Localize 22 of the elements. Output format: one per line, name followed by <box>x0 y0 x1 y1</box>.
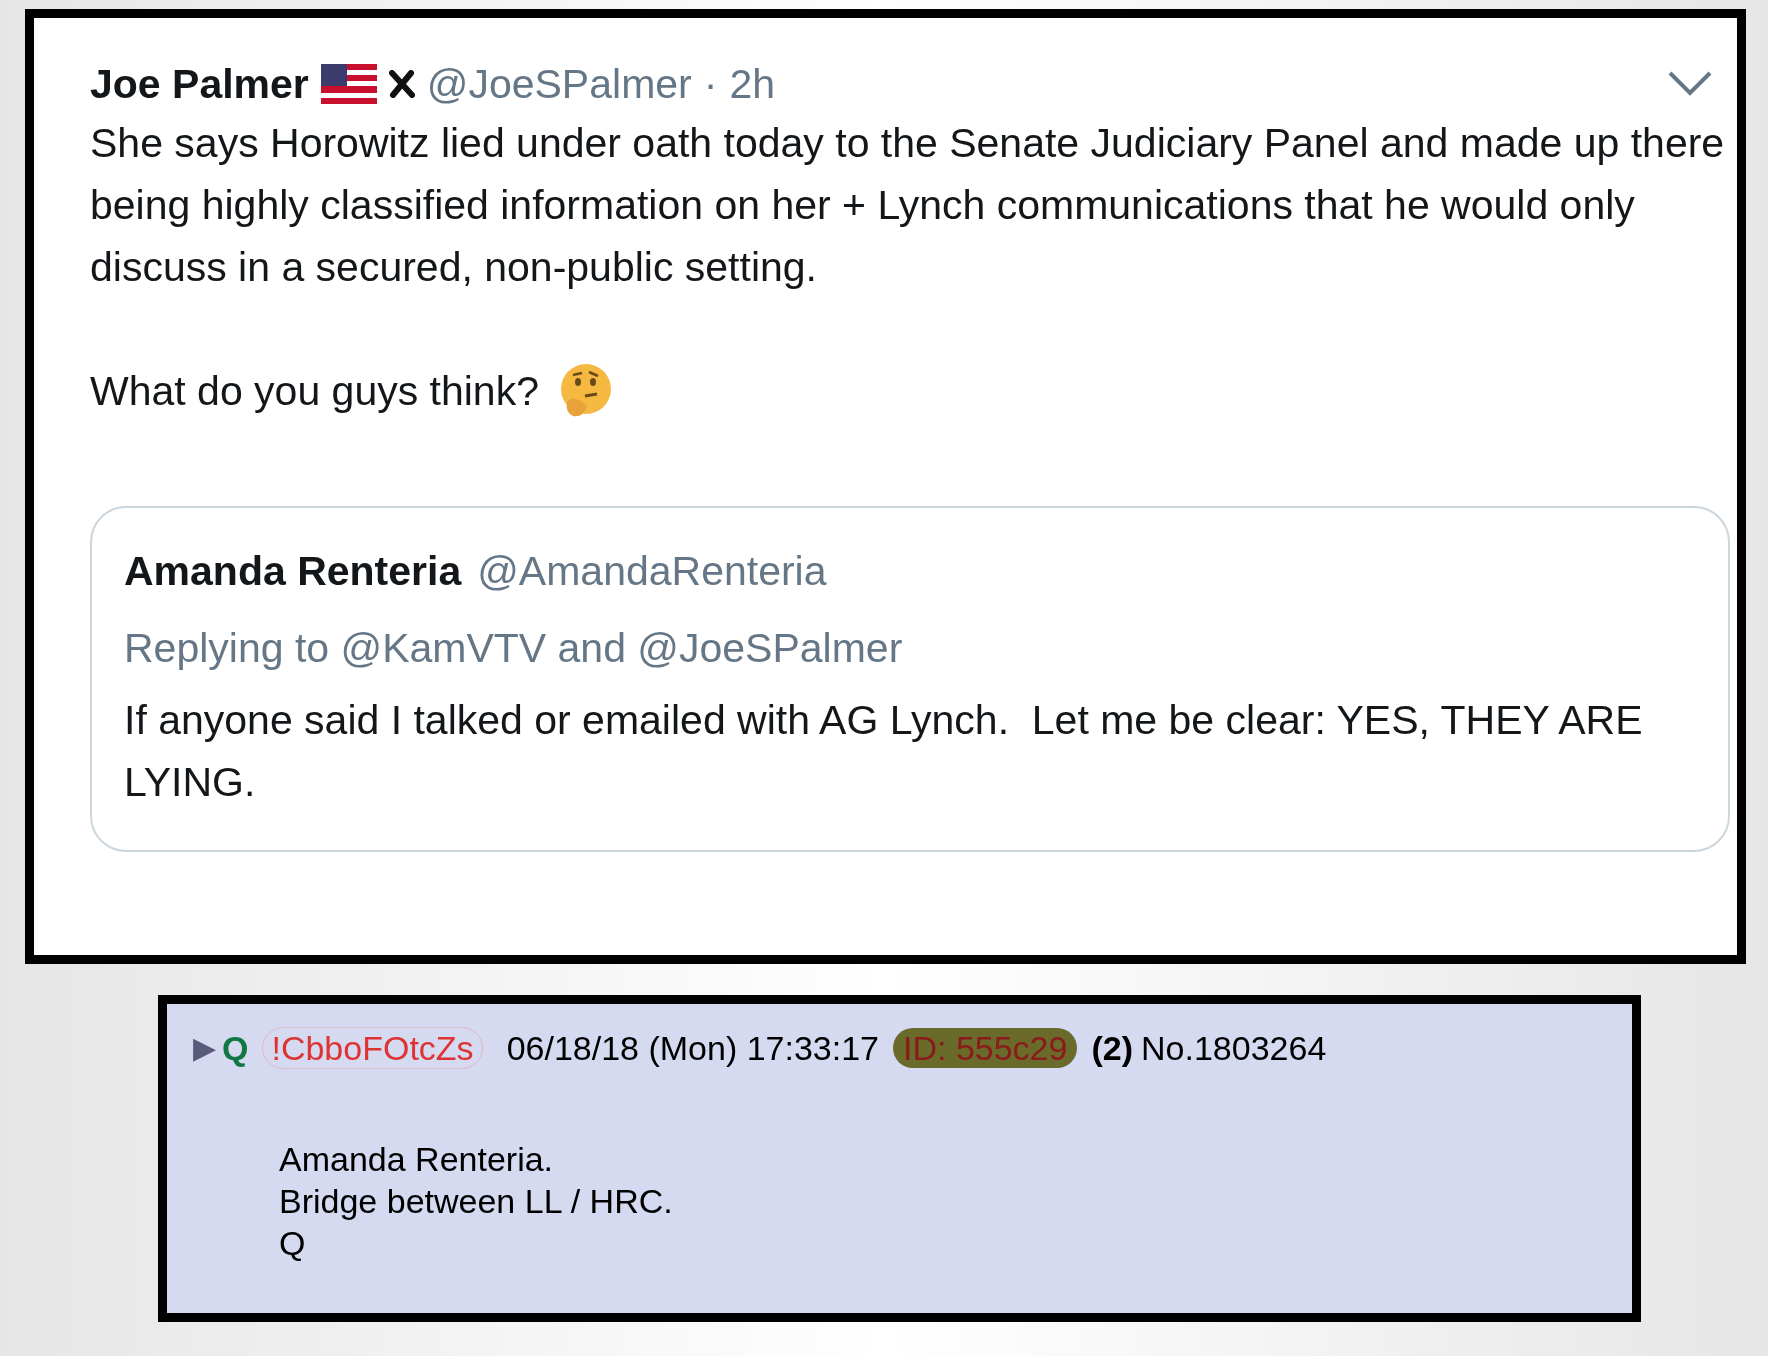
post-date: 06/18/18 (Mon) 17:33:17 <box>506 1028 879 1069</box>
author-handle[interactable]: @JoeSPalmer <box>426 58 692 110</box>
cross-mark-icon <box>388 70 415 98</box>
tweet-text: What do you guys think? <box>90 367 539 416</box>
quoted-text: If anyone said I talked or emailed with AG Lynch. Let me be clear: YES, THEY ARE LYING. <box>124 696 1644 807</box>
author-handle[interactable]: @AmandaRenteria <box>477 546 827 596</box>
timestamp[interactable]: 2h <box>729 58 775 110</box>
author-name: Amanda Renteria <box>124 547 462 596</box>
reply-context: Replying to @KamVTV and @JoeSPalmer <box>124 624 904 673</box>
post-count: (2) <box>1091 1028 1133 1069</box>
author-name: Joe Palmer <box>90 60 309 109</box>
post-line: Bridge between LL / HRC. <box>279 1181 674 1222</box>
poster-name: Q <box>222 1028 249 1069</box>
expand-arrow[interactable]: ▶ <box>193 1026 216 1070</box>
post-number[interactable]: No.1803264 <box>1141 1026 1327 1070</box>
tweet-text: She says Horowitz lied under oath today to the Senate Judiciary Panel and made up there being highly classified information on her + Lynch communications that he would only discuss in a secured, non-public setting. <box>90 119 1726 292</box>
chevron-down-icon[interactable] <box>1667 70 1713 96</box>
separator: · <box>703 60 718 109</box>
post-line: Amanda Renteria. <box>279 1139 555 1180</box>
quoted-tweet[interactable]: Amanda Renteria @AmandaRenteria Replying to @KamVTV and @JoeSPalmer If anyone said I talked or emailed with AG Lynch. Let me be clear: YES, THEY ARE LYING. <box>90 506 1730 852</box>
flag-icon <box>320 64 377 104</box>
post-line: Q <box>279 1223 307 1264</box>
